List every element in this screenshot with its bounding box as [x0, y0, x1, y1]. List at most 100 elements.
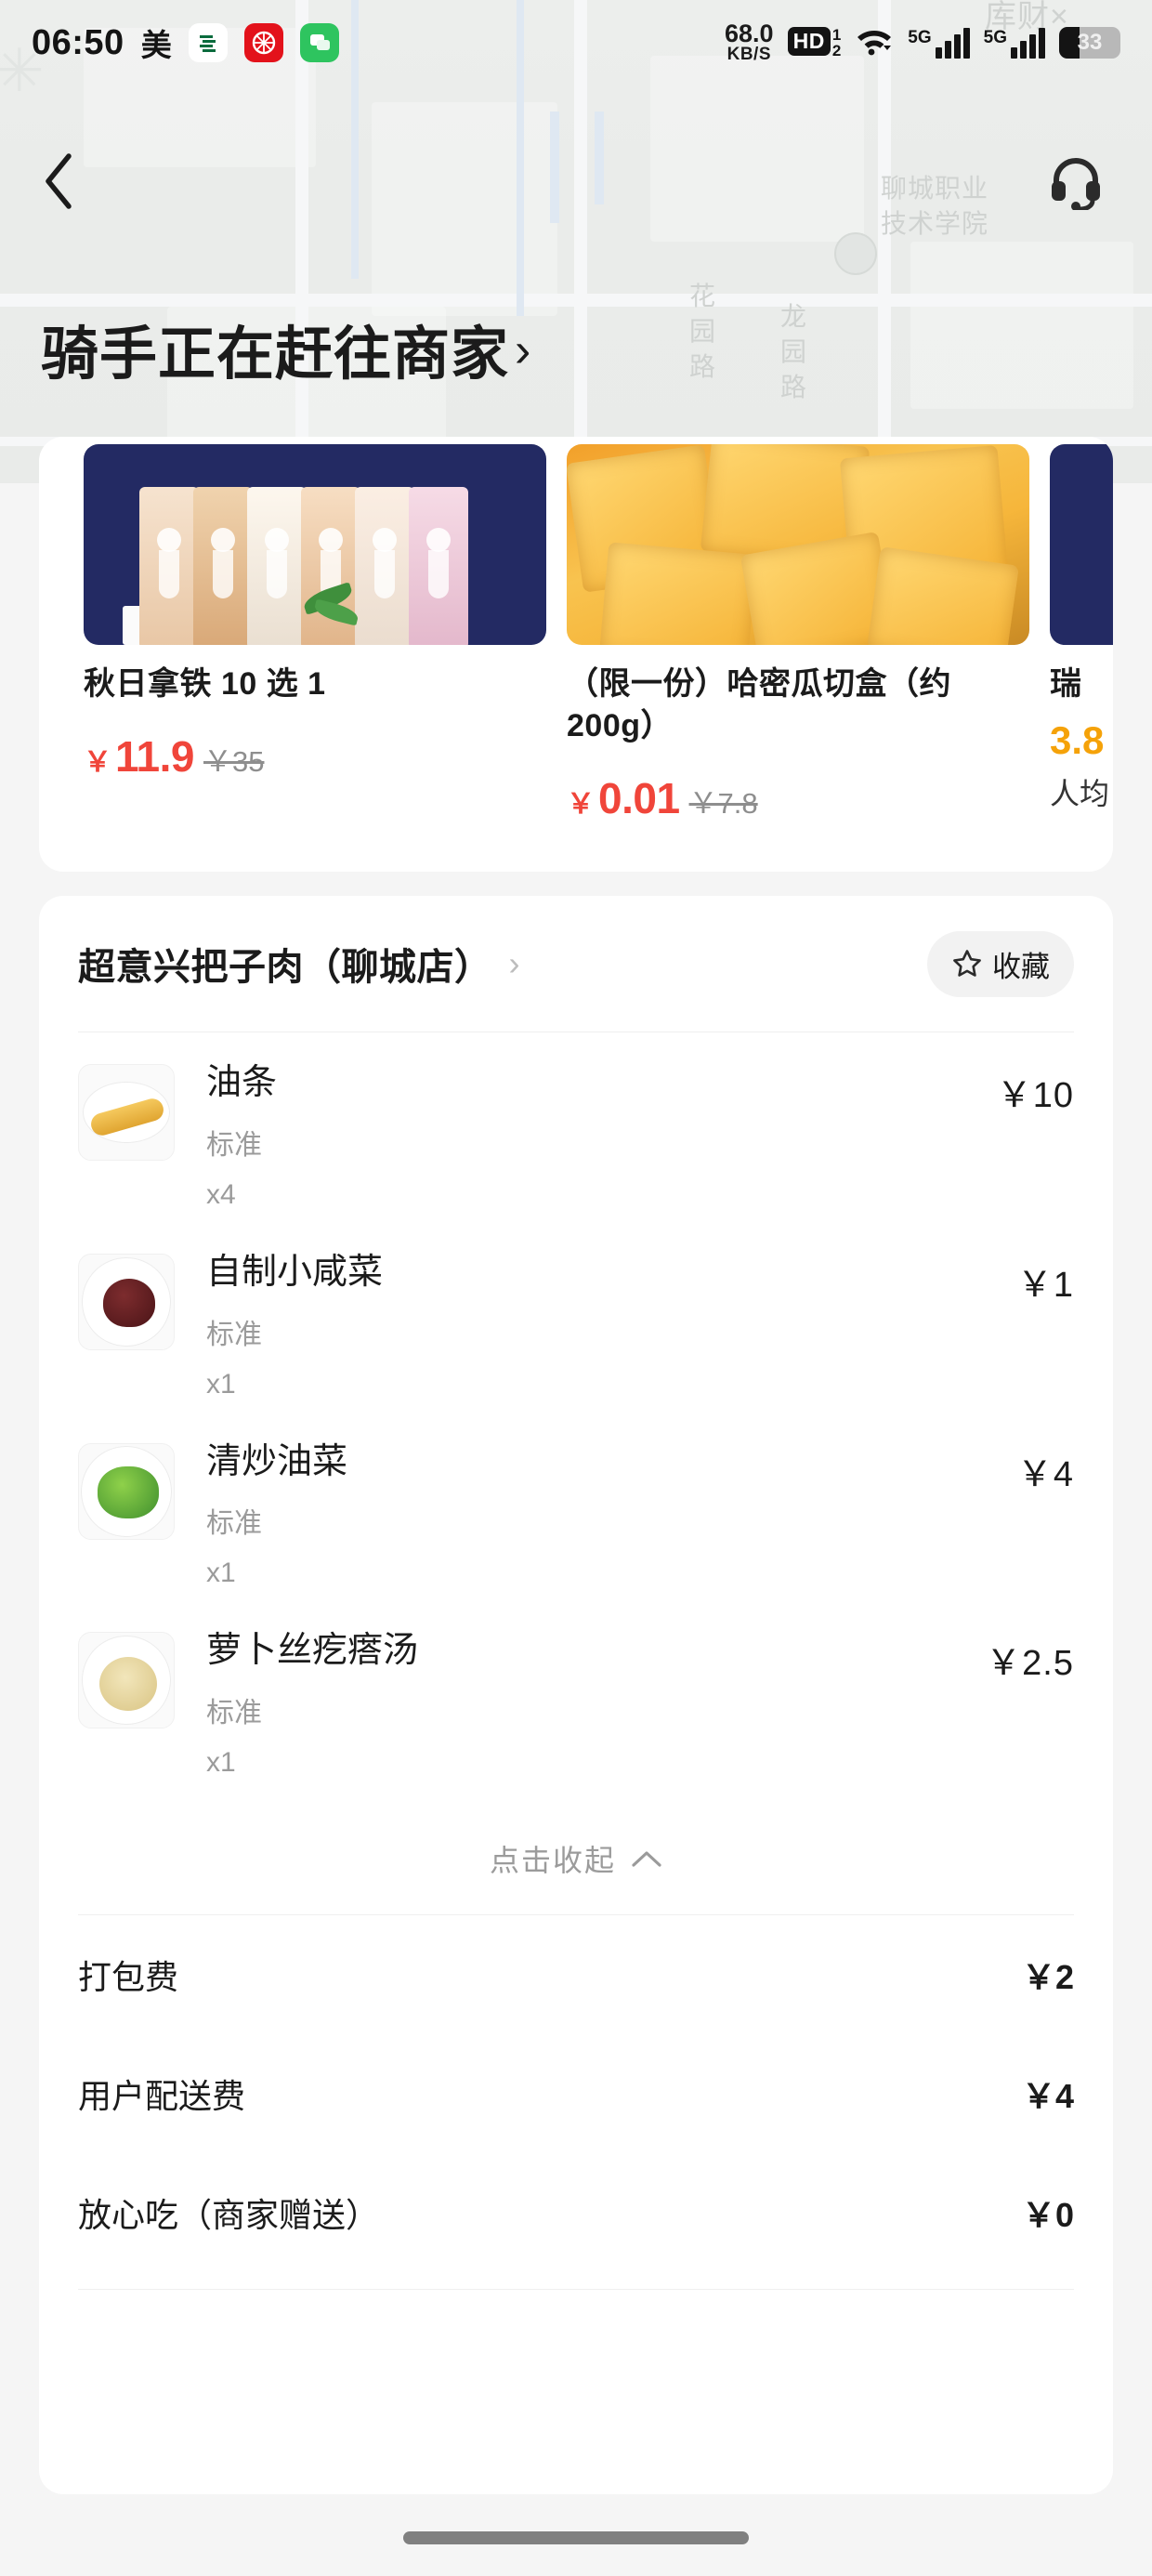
order-item-price: ￥1	[1016, 1265, 1074, 1305]
fee-row: 打包费 ￥2	[78, 1915, 1074, 2034]
store-order-card: 超意兴把子肉（聊城店） › 收藏 油条 标准 x4 ￥10 自制小咸菜 标准 x…	[39, 896, 1113, 2494]
promo-price-row: ￥ 11.9 ￥35	[84, 731, 546, 782]
back-button[interactable]	[41, 148, 100, 215]
order-item-spec: 标准	[206, 1698, 262, 1729]
youtiao-image	[78, 1064, 175, 1161]
store-header[interactable]: 超意兴把子肉（聊城店） › 收藏	[39, 896, 1113, 1032]
chevron-up-icon	[632, 1851, 661, 1867]
order-items-list: 油条 标准 x4 ￥10 自制小咸菜 标准 x1 ￥1 清炒油菜 标准 x1 ￥…	[39, 1032, 1113, 1795]
status-bar: 06:50 美 68.0 KB/S HD 1 2 5G 5G 33	[0, 0, 1152, 85]
order-item-info: 自制小咸菜 标准 x1	[175, 1252, 1017, 1400]
status-bar-right: 68.0 KB/S HD 1 2 5G 5G 33	[725, 20, 1120, 64]
hd-badge: HD	[787, 26, 831, 56]
wechat-icon	[299, 23, 339, 62]
order-item-row[interactable]: 自制小咸菜 标准 x1 ￥1	[78, 1228, 1074, 1417]
fee-value: ￥2	[1021, 1958, 1074, 1997]
chevron-left-icon	[46, 153, 72, 209]
hd-sim-bottom: 2	[831, 42, 842, 59]
battery-indicator: 33	[1059, 27, 1120, 59]
sim1-signal-icon: 5G	[908, 27, 970, 59]
sim2-signal-icon: 5G	[983, 27, 1045, 59]
chevron-right-icon: ›	[508, 944, 520, 982]
order-item-info: 清炒油菜 标准 x1	[175, 1441, 1017, 1590]
promo-title: 瑞	[1050, 666, 1082, 702]
promo-carousel-track[interactable]: 秋日拿铁 10 选 1 ￥ 11.9 ￥35 （限一份）哈密瓜切盒（约200g）…	[39, 437, 1113, 872]
map-poi-marker	[834, 232, 877, 275]
collapse-items-button[interactable]: 点击收起	[39, 1803, 1113, 1914]
promo-title: （限一份）哈密瓜切盒（约200g）	[567, 666, 951, 743]
order-item-row[interactable]: 萝卜丝疙瘩汤 标准 x1 ￥2.5	[78, 1606, 1074, 1795]
promo-item[interactable]: 瑞 3.8 人均	[1050, 437, 1113, 872]
order-item-quantity: x4	[206, 1178, 236, 1210]
hd-sim-top: 1	[831, 25, 842, 44]
soup-image	[78, 1632, 175, 1729]
promo-carousel-card[interactable]: 秋日拿铁 10 选 1 ￥ 11.9 ￥35 （限一份）哈密瓜切盒（约200g）…	[39, 437, 1113, 872]
hd-voice-icon: HD 1 2	[787, 25, 842, 59]
promo-price-row: ￥ 0.01 ￥7.8	[567, 773, 1029, 823]
navigation-bar	[0, 130, 1152, 232]
sim1-network-label: 5G	[908, 27, 932, 47]
home-indicator[interactable]	[403, 2531, 749, 2544]
luckin-blue-image	[1050, 444, 1113, 645]
order-item-spec: 标准	[206, 1319, 262, 1350]
fee-value: ￥4	[1021, 2077, 1074, 2116]
order-item-spec: 标准	[206, 1508, 262, 1540]
order-item-info: 油条 标准 x4	[175, 1063, 997, 1211]
order-item-name: 自制小咸菜	[206, 1252, 384, 1292]
meituan-text-indicator: 美	[140, 28, 172, 62]
promo-subtitle: 人均	[1050, 776, 1110, 810]
promo-item[interactable]: （限一份）哈密瓜切盒（约200g） ￥ 0.01 ￥7.8	[567, 437, 1029, 872]
divider	[78, 2289, 1074, 2291]
network-speed-unit: KB/S	[727, 44, 771, 64]
network-speed-indicator: 68.0 KB/S	[725, 20, 774, 64]
china-post-icon	[188, 23, 228, 62]
star-outline-icon	[953, 950, 981, 977]
network-speed-value: 68.0	[725, 20, 774, 48]
page-title: 骑手正在赶往商家	[41, 322, 510, 387]
promo-item[interactable]: 秋日拿铁 10 选 1 ￥ 11.9 ￥35	[84, 437, 546, 872]
latte-cups-image	[84, 444, 546, 645]
fee-value: ￥0	[1021, 2196, 1074, 2235]
order-item-price: ￥10	[996, 1076, 1074, 1115]
red-app-icon	[243, 23, 283, 62]
order-item-price: ￥2.5	[986, 1644, 1074, 1684]
sim2-network-label: 5G	[983, 27, 1007, 47]
store-name: 超意兴把子肉（聊城店）	[78, 947, 492, 988]
promo-currency: ￥	[567, 788, 595, 820]
order-item-row[interactable]: 清炒油菜 标准 x1 ￥4	[78, 1417, 1074, 1607]
delivery-status-title[interactable]: 骑手正在赶往商家 ›	[41, 307, 530, 390]
order-item-quantity: x1	[206, 1557, 236, 1589]
promo-price: 0.01	[598, 773, 680, 822]
status-time: 06:50	[32, 22, 124, 62]
order-item-price: ￥4	[1016, 1454, 1074, 1494]
app-screen: ✳ 库财× 聊城职业 技术学院 花园路 龙园路 06:50 美 68.0 KB/…	[0, 0, 1152, 2576]
promo-currency: ￥	[84, 746, 111, 778]
map-label: 龙园路	[780, 302, 808, 401]
greens-image	[78, 1442, 175, 1540]
order-item-row[interactable]: 油条 标准 x4 ￥10	[78, 1038, 1074, 1228]
fee-name: 打包费	[78, 1958, 179, 1997]
favorite-button[interactable]: 收藏	[927, 930, 1074, 997]
pickles-image	[78, 1253, 175, 1350]
customer-support-button[interactable]	[1041, 146, 1111, 217]
promo-price: 11.9	[115, 731, 195, 781]
map-label: 花园路	[689, 282, 717, 381]
fee-name: 放心吃（商家赠送）	[78, 2196, 380, 2235]
order-item-name: 清炒油菜	[206, 1441, 348, 1481]
status-bar-left: 06:50 美	[32, 20, 339, 65]
order-item-info: 萝卜丝疙瘩汤 标准 x1	[175, 1632, 986, 1779]
fee-list: 打包费 ￥2 用户配送费 ￥4 放心吃（商家赠送） ￥0	[39, 1915, 1113, 2272]
promo-original-price: ￥35	[203, 744, 265, 778]
promo-rating: 3.8	[1050, 717, 1105, 762]
promo-original-price: ￥7.8	[688, 786, 758, 820]
fee-row: 用户配送费 ￥4	[78, 2034, 1074, 2153]
headset-icon	[1052, 158, 1100, 210]
hami-melon-image	[567, 444, 1029, 645]
fee-name: 用户配送费	[78, 2077, 246, 2116]
fee-row: 放心吃（商家赠送） ￥0	[78, 2153, 1074, 2272]
promo-title: 秋日拿铁 10 选 1	[84, 666, 326, 702]
battery-percent: 33	[1077, 30, 1103, 55]
order-item-spec: 标准	[206, 1129, 262, 1161]
favorite-label: 收藏	[992, 950, 1050, 983]
chevron-right-icon: ›	[515, 323, 531, 377]
